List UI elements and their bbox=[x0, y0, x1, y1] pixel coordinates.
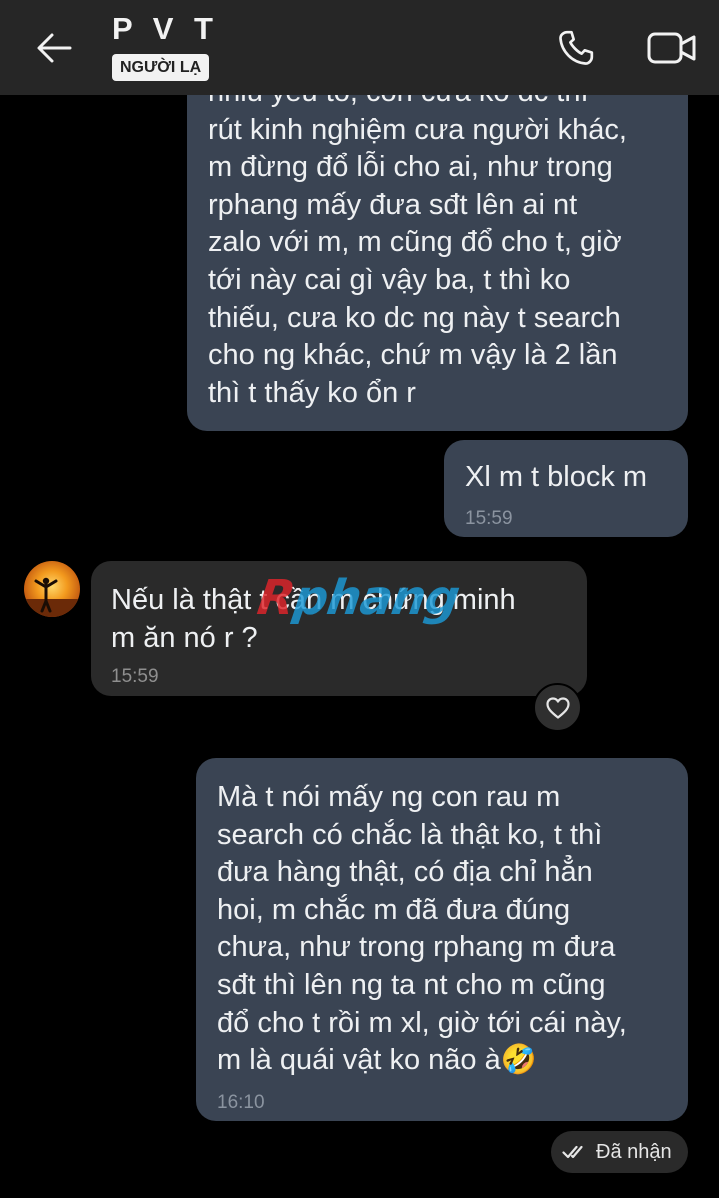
contact-name[interactable]: P V T bbox=[112, 11, 219, 47]
message-time: 15:59 bbox=[465, 508, 513, 529]
chat-header: P V T NGƯỜI LẠ bbox=[0, 0, 719, 95]
arrow-left-icon bbox=[37, 33, 72, 63]
message-time: 16:10 bbox=[217, 1092, 265, 1113]
outgoing-message[interactable]: Xl m t block m 15:59 bbox=[444, 440, 688, 537]
react-button[interactable] bbox=[533, 683, 582, 732]
heart-outline-icon bbox=[545, 696, 570, 719]
message-text: nhiu yếu tố, còn cưa ko dc thì rút kinh … bbox=[208, 76, 627, 409]
phone-icon bbox=[559, 30, 594, 65]
outgoing-message[interactable]: nhiu yếu tố, còn cưa ko dc thì rút kinh … bbox=[187, 70, 688, 431]
voice-call-button[interactable] bbox=[552, 25, 600, 71]
message-text: Mà t nói mấy ng con rau m search có chắc… bbox=[217, 781, 627, 1077]
delivery-status: Đã nhận bbox=[551, 1131, 688, 1173]
video-camera-icon bbox=[647, 32, 696, 64]
double-check-icon bbox=[562, 1145, 583, 1159]
watermark-logo: Rphang bbox=[254, 570, 462, 626]
contact-avatar[interactable] bbox=[24, 561, 80, 617]
watermark-part2: phang bbox=[290, 570, 463, 626]
back-button[interactable] bbox=[30, 26, 78, 70]
chat-area[interactable]: nhiu yếu tố, còn cưa ko dc thì rút kinh … bbox=[0, 0, 719, 1198]
video-call-button[interactable] bbox=[645, 25, 699, 71]
stranger-badge: NGƯỜI LẠ bbox=[112, 54, 210, 81]
message-text: Xl m t block m bbox=[465, 461, 648, 493]
delivery-status-label: Đã nhận bbox=[596, 1140, 672, 1163]
message-time: 15:59 bbox=[111, 666, 159, 687]
outgoing-message[interactable]: Mà t nói mấy ng con rau m search có chắc… bbox=[196, 758, 688, 1121]
